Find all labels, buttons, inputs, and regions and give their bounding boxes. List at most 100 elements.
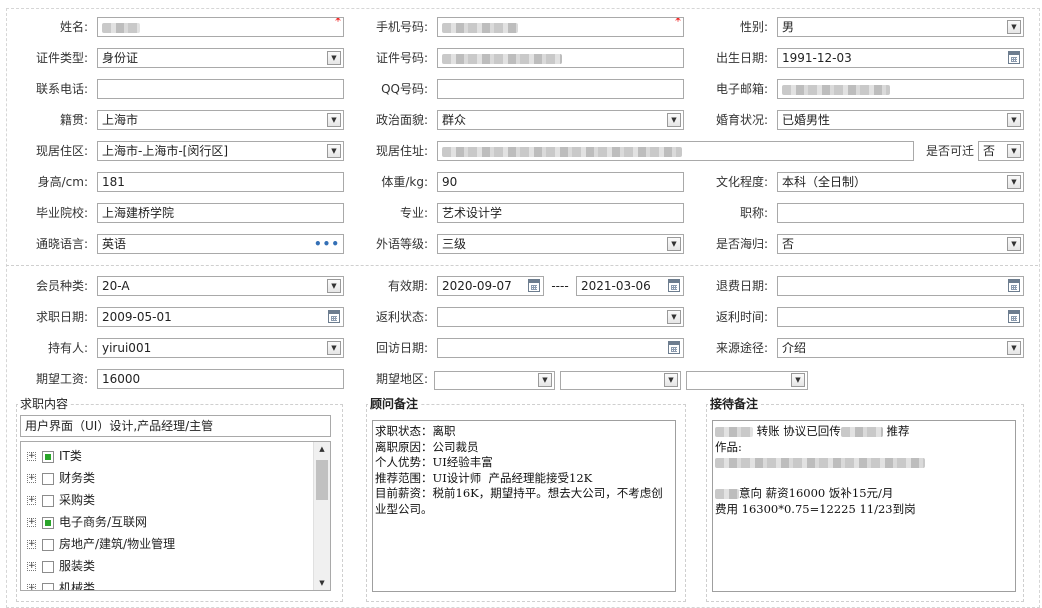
chevron-down-icon[interactable]: ▼	[327, 144, 341, 158]
birth-date-field[interactable]: 1991-12-03	[777, 48, 1024, 68]
height-field[interactable]: 181	[97, 172, 344, 192]
chevron-down-icon[interactable]: ▼	[1007, 144, 1021, 158]
scroll-up-icon[interactable]: ▲	[314, 442, 330, 456]
calendar-icon[interactable]	[1008, 279, 1020, 292]
valid-to-field[interactable]: 2021-03-06	[576, 276, 684, 296]
residence-area-select[interactable]: 上海市-上海市-[闵行区] ▼	[97, 141, 344, 161]
checkbox[interactable]	[42, 494, 54, 507]
chevron-down-icon[interactable]: ▼	[667, 237, 681, 251]
title-field[interactable]	[777, 203, 1024, 223]
contact-phone-field[interactable]	[97, 79, 344, 99]
expand-icon[interactable]: +	[27, 540, 36, 549]
checkbox[interactable]	[42, 582, 54, 590]
member-type-select[interactable]: 20-A ▼	[97, 276, 344, 296]
advisor-notes-textarea[interactable]: 求职状态：离职 离职原因：公司裁员 个人优势：UI经验丰富 推荐范围：UI设计师…	[372, 420, 676, 592]
scroll-down-icon[interactable]: ▼	[314, 576, 330, 590]
revisit-date-field[interactable]	[437, 338, 684, 358]
job-content-selected-field[interactable]: 用户界面（UI）设计,产品经理/主管	[20, 415, 331, 437]
tree-item-ecommerce[interactable]: + 电子商务/互联网	[27, 511, 147, 533]
mobile-field[interactable]: *	[437, 17, 684, 37]
returnee-select[interactable]: 否 ▼	[777, 234, 1024, 254]
chevron-down-icon[interactable]: ▼	[791, 373, 805, 387]
calendar-icon[interactable]	[528, 279, 540, 292]
native-place-select[interactable]: 上海市 ▼	[97, 110, 344, 130]
chevron-down-icon[interactable]: ▼	[664, 373, 678, 387]
chevron-down-icon[interactable]: ▼	[667, 310, 681, 324]
birth-date-label: 出生日期:	[715, 51, 768, 65]
chevron-down-icon[interactable]: ▼	[667, 113, 681, 127]
calendar-icon[interactable]	[328, 310, 340, 323]
checkbox[interactable]	[42, 538, 54, 551]
qq-field[interactable]	[437, 79, 684, 99]
school-label: 毕业院校:	[35, 206, 88, 220]
rebate-status-select[interactable]: ▼	[437, 307, 684, 327]
region-city-select[interactable]: ▼	[560, 371, 681, 390]
chevron-down-icon[interactable]: ▼	[327, 113, 341, 127]
foreign-level-select[interactable]: 三级 ▼	[437, 234, 684, 254]
calendar-icon[interactable]	[1008, 51, 1020, 64]
expand-icon[interactable]: +	[27, 496, 36, 505]
id-number-field[interactable]	[437, 48, 684, 68]
chevron-down-icon[interactable]: ▼	[1007, 341, 1021, 355]
scrollbar-thumb[interactable]	[316, 460, 328, 500]
education-select[interactable]: 本科（全日制） ▼	[777, 172, 1024, 192]
relocatable-label: 是否可迁	[925, 144, 974, 158]
chevron-down-icon[interactable]: ▼	[1007, 237, 1021, 251]
checkbox[interactable]	[42, 450, 54, 463]
region-province-select[interactable]: ▼	[434, 371, 555, 390]
name-field[interactable]: *	[97, 17, 344, 37]
languages-field[interactable]: 英语 •••	[97, 234, 344, 254]
chevron-down-icon[interactable]: ▼	[538, 373, 552, 387]
tree-item-finance[interactable]: + 财务类	[27, 467, 95, 489]
name-label: 姓名:	[59, 20, 88, 34]
expand-icon[interactable]: +	[27, 562, 36, 571]
job-category-tree[interactable]: + IT类 + 财务类 + 采购类 + 电子商务/互联网 + 房地产/建筑/物业管理 + 服…	[20, 441, 331, 591]
calendar-icon[interactable]	[668, 341, 680, 354]
political-status-select[interactable]: 群众 ▼	[437, 110, 684, 130]
weight-field[interactable]: 90	[437, 172, 684, 192]
job-seek-date-field[interactable]: 2009-05-01	[97, 307, 344, 327]
vertical-scrollbar[interactable]: ▲ ▼	[313, 442, 330, 590]
redacted-value	[102, 22, 140, 33]
tree-item-machinery[interactable]: + 机械类	[27, 577, 95, 590]
school-field[interactable]: 上海建桥学院	[97, 203, 344, 223]
email-field[interactable]	[777, 79, 1024, 99]
tree-item-purchasing[interactable]: + 采购类	[27, 489, 95, 511]
required-mark: *	[675, 17, 681, 28]
chevron-down-icon[interactable]: ▼	[1007, 20, 1021, 34]
expand-icon[interactable]: +	[27, 452, 36, 461]
checkbox[interactable]	[42, 560, 54, 573]
marital-status-select[interactable]: 已婚男性 ▼	[777, 110, 1024, 130]
source-select[interactable]: 介绍 ▼	[777, 338, 1024, 358]
expected-salary-field[interactable]: 16000	[97, 369, 344, 389]
chevron-down-icon[interactable]: ▼	[1007, 113, 1021, 127]
calendar-icon[interactable]	[668, 279, 680, 292]
returnee-label: 是否海归:	[715, 237, 768, 251]
relocatable-select[interactable]: 否 ▼	[978, 141, 1024, 161]
id-type-select[interactable]: 身份证 ▼	[97, 48, 344, 68]
reception-notes-textarea[interactable]: 转账 协议已回传 推荐 作品: 意向 薪资16000 饭补15元/月 费用 16…	[712, 420, 1016, 592]
expand-icon[interactable]: +	[27, 584, 36, 590]
refund-date-field[interactable]	[777, 276, 1024, 296]
checkbox[interactable]	[42, 472, 54, 485]
tree-item-it[interactable]: + IT类	[27, 445, 82, 467]
region-district-select[interactable]: ▼	[686, 371, 808, 390]
checkbox[interactable]	[42, 516, 54, 529]
expand-icon[interactable]: +	[27, 518, 36, 527]
major-field[interactable]: 艺术设计学	[437, 203, 684, 223]
chevron-down-icon[interactable]: ▼	[327, 341, 341, 355]
chevron-down-icon[interactable]: ▼	[1007, 175, 1021, 189]
chevron-down-icon[interactable]: ▼	[327, 51, 341, 65]
expand-icon[interactable]: +	[27, 474, 36, 483]
calendar-icon[interactable]	[1008, 310, 1020, 323]
residence-address-field[interactable]	[437, 141, 914, 161]
more-icon[interactable]: •••	[314, 235, 340, 253]
gender-select[interactable]: 男 ▼	[777, 17, 1024, 37]
rebate-time-field[interactable]	[777, 307, 1024, 327]
tree-item-apparel[interactable]: + 服装类	[27, 555, 95, 577]
tree-item-real-estate[interactable]: + 房地产/建筑/物业管理	[27, 533, 175, 555]
chevron-down-icon[interactable]: ▼	[327, 279, 341, 293]
valid-from-field[interactable]: 2020-09-07	[437, 276, 544, 296]
valid-period-label: 有效期:	[387, 279, 428, 293]
holder-select[interactable]: yirui001 ▼	[97, 338, 344, 358]
